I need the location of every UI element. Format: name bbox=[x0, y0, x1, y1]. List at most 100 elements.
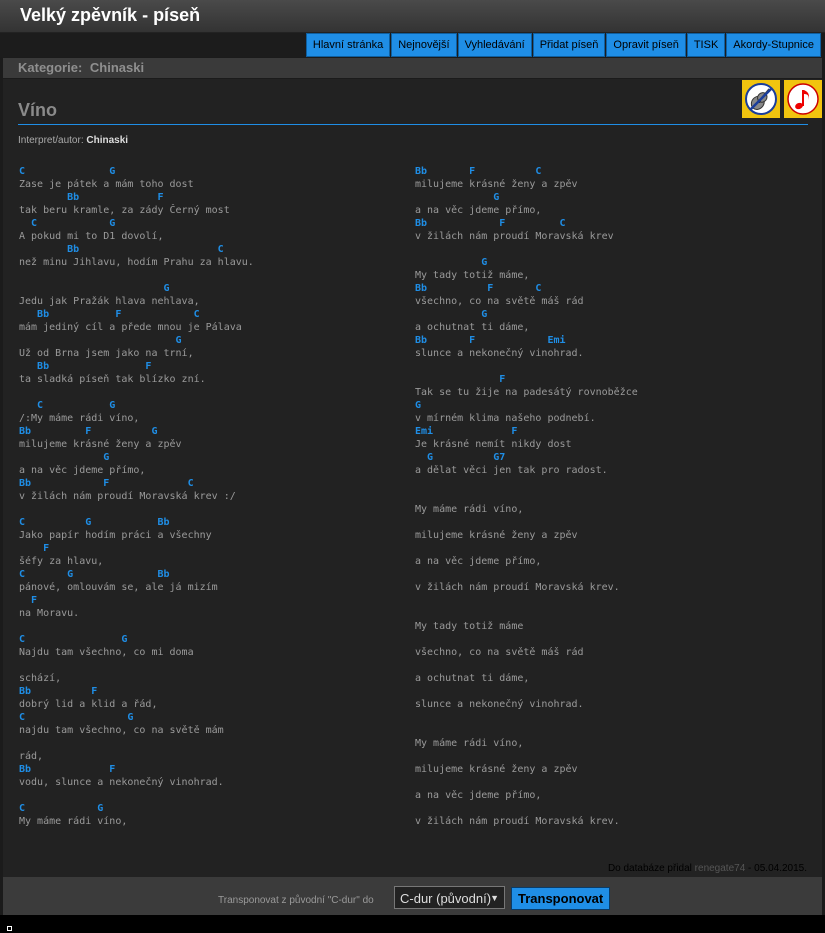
added-by: Do databáze přidal renegate74 - 05.04.20… bbox=[608, 863, 807, 874]
chord-line: G bbox=[19, 335, 182, 346]
author-name[interactable]: Chinaski bbox=[86, 135, 128, 146]
lyric-line bbox=[415, 750, 805, 763]
lyric-line: My máme rádi víno, bbox=[415, 738, 524, 749]
guitar-icon[interactable] bbox=[742, 80, 780, 118]
lyric-line: v žilách nám proudí Moravská krev :/ bbox=[19, 491, 236, 502]
chord-line: Bb F C bbox=[415, 166, 542, 177]
nav-edit-song[interactable]: Opravit píseň bbox=[606, 33, 686, 57]
lyric-line: slunce a nekonečný vinohrad. bbox=[415, 348, 584, 359]
lyric-line: a ochutnat ti dáme, bbox=[415, 673, 530, 684]
category-value[interactable]: Chinaski bbox=[90, 60, 144, 75]
lyric-line bbox=[415, 633, 805, 646]
song-title: Víno bbox=[18, 100, 57, 120]
chord-line: G G7 bbox=[415, 452, 506, 463]
category-bar: Kategorie: Chinaski bbox=[3, 58, 822, 78]
author-label: Interpret/autor: bbox=[18, 135, 84, 146]
chord-line: F bbox=[19, 595, 38, 606]
music-note-icon[interactable] bbox=[784, 80, 822, 118]
nav-print[interactable]: TISK bbox=[686, 33, 726, 57]
lyric-line: v mírném klima našeho podnebí. bbox=[415, 413, 596, 424]
lyric-line: než minu Jihlavu, hodím Prahu za hlavu. bbox=[19, 257, 254, 268]
chord-line: G bbox=[415, 257, 488, 268]
lyric-line: vodu, slunce a nekonečný vinohrad. bbox=[19, 777, 224, 788]
lyric-line: najdu tam všechno, co na světě mám bbox=[19, 725, 224, 736]
chord-line: Bb F C bbox=[415, 283, 542, 294]
lyric-line: My máme rádi víno, bbox=[19, 816, 128, 827]
nav-newest[interactable]: Nejnovější bbox=[391, 33, 457, 57]
title-divider bbox=[18, 124, 808, 125]
nav-home[interactable]: Hlavní stránka bbox=[305, 33, 391, 57]
lyric-line: a na věc jdeme přímo, bbox=[415, 205, 542, 216]
transpose-bar: Transponovat z původní "C-dur" do C-dur … bbox=[3, 877, 822, 915]
lyric-line: dobrý lid a klid a řád, bbox=[19, 699, 158, 710]
lyric-line bbox=[415, 776, 805, 789]
lyric-line: mám jediný cíl a přede mnou je Pálava bbox=[19, 322, 242, 333]
lyric-line: schází, bbox=[19, 673, 62, 684]
author-line: Interpret/autor: Chinaski bbox=[18, 135, 128, 146]
lyric-line: a na věc jdeme přímo, bbox=[415, 556, 542, 567]
chord-line: C G bbox=[19, 166, 116, 177]
lyric-line: My tady totiž máme, bbox=[415, 270, 530, 281]
added-label: Do databáze přidal bbox=[607, 863, 692, 874]
nav-search[interactable]: Vyhledávání bbox=[457, 33, 532, 57]
chord-line: G bbox=[19, 452, 110, 463]
chord-line: Bb F bbox=[19, 192, 164, 203]
app-title: Velký zpěvník - píseň bbox=[20, 5, 201, 25]
chord-line: C G bbox=[19, 400, 116, 411]
song-content: Víno Interpret/autor: Chinaski C G Zase j… bbox=[3, 79, 822, 877]
chord-line: Emi F bbox=[415, 426, 518, 437]
lyric-line bbox=[19, 386, 409, 399]
lyric-line bbox=[415, 802, 805, 815]
lyric-line: tak beru kramle, za zády Černý most bbox=[19, 205, 230, 216]
corner-marker bbox=[7, 926, 12, 931]
lyric-line: šéfy za hlavu, bbox=[19, 556, 104, 567]
lyric-line: Zase je pátek a mám toho dost bbox=[19, 179, 194, 190]
chord-line: Bb F bbox=[19, 361, 152, 372]
chord-line: Bb F Emi bbox=[415, 335, 566, 346]
lyric-line bbox=[415, 594, 805, 607]
lyric-line bbox=[415, 607, 805, 620]
lyric-line: A pokud mi to D1 dovolí, bbox=[19, 231, 164, 242]
lyric-line bbox=[19, 737, 409, 750]
lyric-line: My tady totiž máme bbox=[415, 621, 524, 632]
transpose-select[interactable]: C-dur (původní) ▼ bbox=[394, 886, 505, 909]
chord-line: Bb F C bbox=[415, 218, 566, 229]
nav-add-song[interactable]: Přidat píseň bbox=[532, 33, 606, 57]
lyric-line: My máme rádi víno, bbox=[415, 504, 524, 515]
main-nav: Hlavní stránka Nejnovější Vyhledávání Př… bbox=[305, 33, 821, 57]
lyric-line: slunce a nekonečný vinohrad. bbox=[415, 699, 584, 710]
nav-bar: Hlavní stránka Nejnovější Vyhledávání Př… bbox=[0, 33, 825, 57]
nav-chords-scales[interactable]: Akordy-Stupnice bbox=[726, 33, 821, 57]
transpose-button[interactable]: Transponovat bbox=[511, 887, 611, 910]
footer-strip bbox=[0, 915, 825, 933]
lyrics-column-right: Bb F C milujeme krásné ženy a zpěv Ga na … bbox=[415, 165, 805, 828]
lyric-line bbox=[415, 490, 805, 503]
chord-line: C G Bb bbox=[19, 517, 170, 528]
lyric-line: v žilách nám proudí Moravská krev bbox=[415, 231, 614, 242]
lyric-line: Tak se tu žije na padesátý rovnoběžce bbox=[415, 387, 638, 398]
chord-line: G bbox=[19, 283, 170, 294]
chord-line: Bb F bbox=[19, 686, 98, 697]
chord-line: C G bbox=[19, 712, 134, 723]
category-label: Kategorie: bbox=[18, 60, 83, 75]
top-bar: Velký zpěvník - píseň bbox=[0, 0, 825, 33]
chord-line: Bb C bbox=[19, 244, 224, 255]
chord-line: G bbox=[415, 400, 422, 411]
lyric-line: v žilách nám proudí Moravská krev. bbox=[415, 582, 620, 593]
lyric-line bbox=[19, 620, 409, 633]
lyric-line: pánové, omlouvám se, ale já mizím bbox=[19, 582, 218, 593]
chord-line: Bb F bbox=[19, 764, 116, 775]
chord-line: C G bbox=[19, 218, 116, 229]
lyric-line: /:My máme rádi víno, bbox=[19, 413, 140, 424]
added-date: - 05.04.2015 bbox=[745, 863, 805, 874]
added-user[interactable]: renegate74 bbox=[695, 863, 746, 874]
added-end: . bbox=[804, 863, 807, 874]
chord-line: G bbox=[415, 309, 488, 320]
lyric-line: všechno, co na světě máš rád bbox=[415, 647, 584, 658]
chord-line: C G bbox=[19, 803, 104, 814]
lyric-line bbox=[19, 789, 409, 802]
lyric-line: milujeme krásné ženy a zpěv bbox=[415, 764, 578, 775]
lyric-line: milujeme krásné ženy a zpěv bbox=[415, 530, 578, 541]
lyrics-column-left: C G Zase je pátek a mám toho dost Bb F tak… bbox=[19, 165, 409, 828]
lyric-line: a dělat věci jen tak pro radost. bbox=[415, 465, 608, 476]
